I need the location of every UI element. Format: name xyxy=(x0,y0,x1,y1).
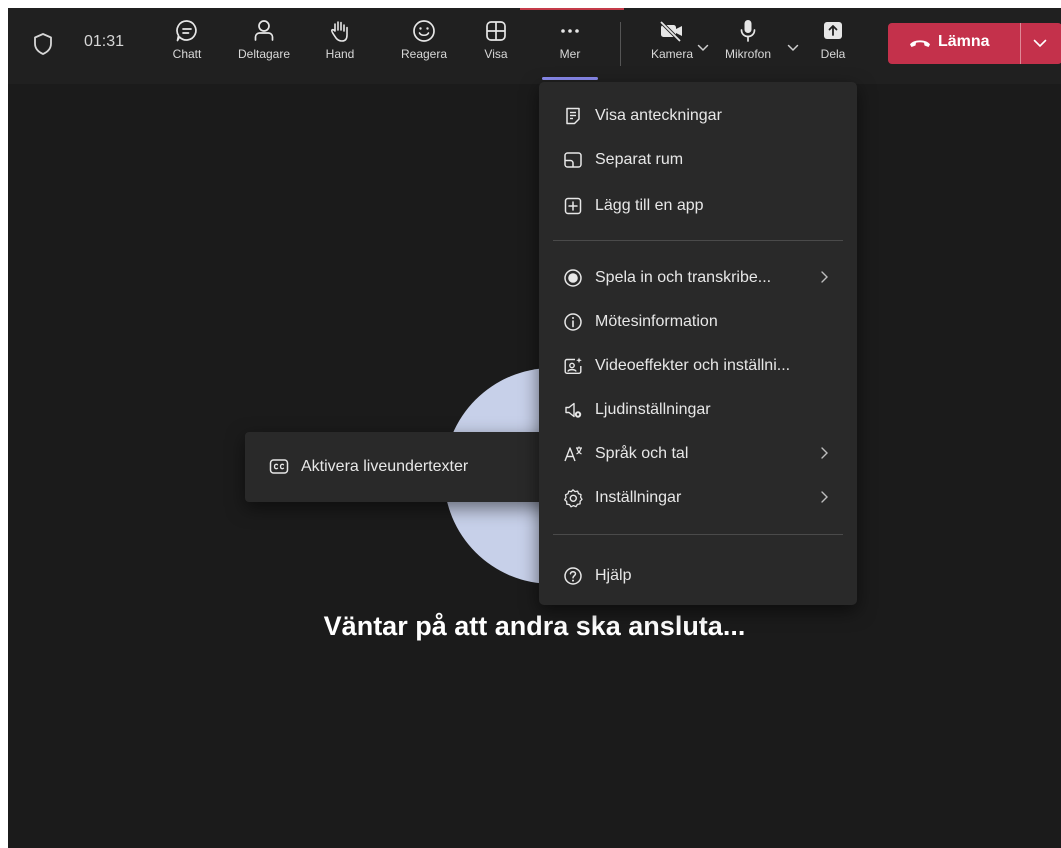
share-label: Dela xyxy=(820,47,846,61)
menu-item-language-speech[interactable]: Språk och tal xyxy=(539,434,857,474)
menu-item-label: Språk och tal xyxy=(595,445,689,462)
closed-captions-icon xyxy=(269,459,289,474)
menu-item-meeting-info[interactable]: Mötesinformation xyxy=(539,302,857,342)
record-icon xyxy=(564,269,582,287)
leave-label: Lämna xyxy=(938,33,990,50)
leave-button[interactable]: Lämna xyxy=(888,23,1061,64)
meeting-window: 01:31 Chatt Deltagare Hand Reagera Visa … xyxy=(8,8,1061,848)
share-icon xyxy=(824,22,842,39)
settings-gear-icon xyxy=(564,489,583,508)
menu-item-audio-settings[interactable]: Ljudinställningar xyxy=(539,390,857,430)
menu-item-label: Inställningar xyxy=(595,489,682,506)
menu-item-label: Spela in och transkribe... xyxy=(595,269,772,286)
shield-icon xyxy=(34,33,52,55)
participants-label: Deltagare xyxy=(237,47,291,61)
hang-up-icon xyxy=(910,40,930,47)
menu-item-video-effects[interactable]: Videoeffekter och inställni... xyxy=(539,346,857,386)
menu-item-label: Visa anteckningar xyxy=(595,107,722,124)
breakout-room-icon xyxy=(564,152,582,168)
live-captions-item[interactable]: Aktivera liveundertexter xyxy=(301,458,468,476)
toolbar-divider xyxy=(620,22,621,66)
react-label: Reagera xyxy=(400,47,448,61)
language-submenu: Aktivera liveundertexter xyxy=(245,432,567,502)
menu-item-label: Videoeffekter och inställni... xyxy=(595,357,791,374)
more-top-accent xyxy=(520,8,624,10)
chevron-right-icon xyxy=(821,271,828,283)
menu-item-label: Hjälp xyxy=(595,567,632,584)
raise-hand-icon xyxy=(331,21,348,42)
help-icon xyxy=(564,567,582,585)
menu-item-settings[interactable]: Inställningar xyxy=(539,478,857,518)
grid-view-icon xyxy=(486,21,506,41)
menu-item-add-app[interactable]: Lägg till en app xyxy=(539,186,857,226)
leave-divider xyxy=(1020,23,1021,64)
raise-hand-button[interactable]: Hand xyxy=(304,18,376,74)
audio-settings-icon xyxy=(565,402,582,418)
waiting-message: Väntar på att andra ska ansluta... xyxy=(323,611,746,641)
menu-item-label: Mötesinformation xyxy=(595,313,718,330)
chat-button[interactable]: Chatt xyxy=(151,18,223,74)
leave-options-chevron-icon[interactable] xyxy=(1033,39,1047,48)
camera-off-icon xyxy=(659,20,682,43)
menu-item-label: Ljudinställningar xyxy=(595,401,711,418)
more-label: Mer xyxy=(559,47,581,61)
camera-options-chevron-icon[interactable] xyxy=(697,44,709,52)
microphone-icon xyxy=(740,20,756,42)
microphone-button[interactable]: Mikrofon xyxy=(712,18,784,74)
notes-icon xyxy=(566,107,580,125)
more-button[interactable]: Mer xyxy=(534,18,606,74)
share-button[interactable]: Dela xyxy=(797,18,869,74)
chevron-right-icon xyxy=(821,447,828,459)
meeting-toolbar: 01:31 Chatt Deltagare Hand Reagera Visa … xyxy=(8,8,1061,84)
chat-label: Chatt xyxy=(172,47,202,61)
menu-item-label: Separat rum xyxy=(595,151,684,168)
view-label: Visa xyxy=(484,47,508,61)
menu-item-help[interactable]: Hjälp xyxy=(539,556,857,596)
more-icon xyxy=(561,29,579,33)
menu-item-label: Lägg till en app xyxy=(595,197,704,214)
language-icon xyxy=(564,446,582,462)
people-icon xyxy=(254,20,274,41)
more-menu: Visa anteckningar Separat rum Lägg till … xyxy=(539,82,857,605)
add-app-icon xyxy=(564,197,582,215)
meeting-timer: 01:31 xyxy=(84,33,125,50)
react-button[interactable]: Reagera xyxy=(388,18,460,74)
info-icon xyxy=(564,313,582,331)
smiley-icon xyxy=(413,20,435,42)
microphone-label: Mikrofon xyxy=(724,47,771,61)
chevron-right-icon xyxy=(821,491,828,503)
menu-divider xyxy=(553,534,843,535)
menu-item-record-transcribe[interactable]: Spela in och transkribe... xyxy=(539,258,857,298)
participants-button[interactable]: Deltagare xyxy=(228,18,300,74)
menu-item-show-notes[interactable]: Visa anteckningar xyxy=(539,96,857,136)
menu-divider xyxy=(553,240,843,241)
raise-hand-label: Hand xyxy=(325,47,355,61)
view-button[interactable]: Visa xyxy=(460,18,532,74)
chat-icon xyxy=(176,20,197,42)
active-tab-indicator xyxy=(542,77,598,80)
video-effects-icon xyxy=(564,357,582,374)
menu-item-breakout-room[interactable]: Separat rum xyxy=(539,140,857,180)
